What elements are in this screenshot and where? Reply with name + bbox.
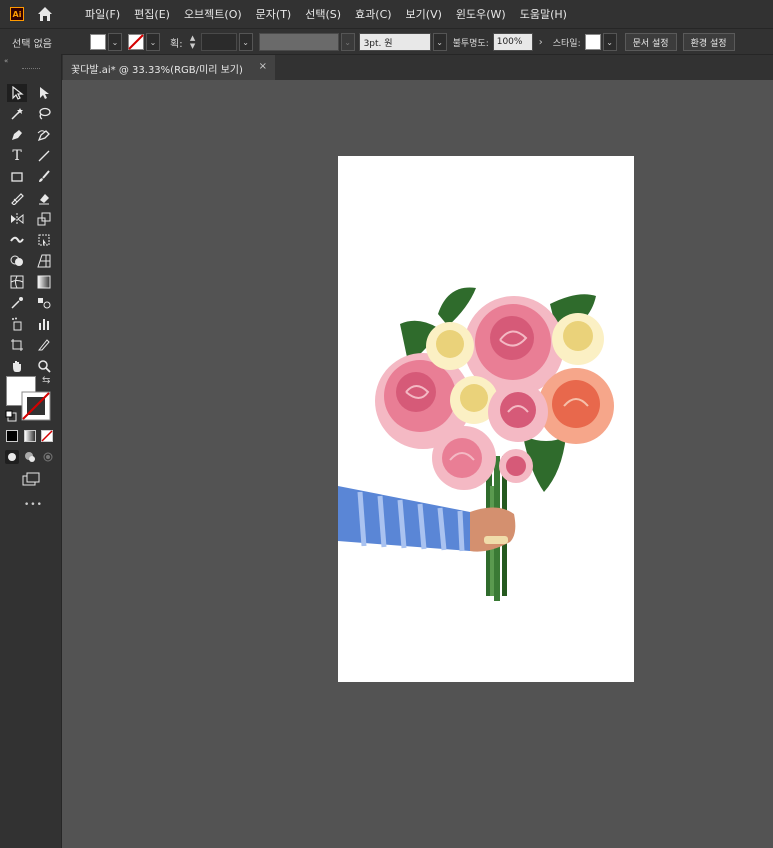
scale-tool-icon[interactable]: [34, 210, 54, 228]
document-setup-button[interactable]: 문서 설정: [624, 33, 677, 51]
symbol-sprayer-tool-icon[interactable]: [7, 315, 27, 333]
menu-file[interactable]: 파일(F): [78, 6, 127, 22]
menu-edit[interactable]: 편집(E): [127, 6, 177, 22]
panel-grip[interactable]: [22, 68, 40, 71]
screen-mode-icon[interactable]: [21, 472, 41, 488]
pen-tool-icon[interactable]: [7, 126, 27, 144]
stroke-none-swatch[interactable]: [128, 34, 144, 50]
collapse-panel-icon[interactable]: «: [4, 57, 8, 65]
stroke-color-box[interactable]: [21, 391, 51, 421]
tools-panel: « T ⇆ •••: [0, 54, 62, 848]
direct-selection-tool-icon[interactable]: [34, 84, 54, 102]
none-mode-icon[interactable]: [41, 430, 53, 442]
document-tab-bar: 꽃다발.ai* @ 33.33%(RGB/미리 보기) ×: [0, 54, 773, 81]
brush-dropdown[interactable]: ⌄: [432, 33, 447, 51]
magic-wand-tool-icon[interactable]: [7, 105, 27, 123]
perspective-grid-tool-icon[interactable]: [34, 252, 54, 270]
control-bar: 선택 없음 ⌄ ⌄ 획: ▲ ▼ ⌄ ⌄ 3pt. 원 ⌄ 불투명도: 100% …: [0, 28, 773, 55]
rectangle-tool-icon[interactable]: [7, 168, 27, 186]
edit-toolbar-icon[interactable]: •••: [24, 500, 43, 510]
draw-normal-icon[interactable]: [5, 450, 19, 464]
selection-status: 선택 없음: [12, 38, 52, 50]
color-mode-icon[interactable]: [6, 430, 18, 442]
main-menu: 파일(F) 편집(E) 오브젝트(O) 문자(T) 선택(S) 효과(C) 보기…: [78, 6, 574, 22]
opacity-label: 불투명도:: [452, 38, 489, 49]
mesh-tool-icon[interactable]: [7, 273, 27, 291]
style-label: 스타일:: [552, 38, 581, 49]
gradient-mode-icon[interactable]: [24, 430, 36, 442]
zoom-tool-icon[interactable]: [34, 357, 54, 375]
draw-behind-icon[interactable]: [23, 450, 37, 464]
preferences-button[interactable]: 환경 설정: [682, 33, 735, 51]
document-tab[interactable]: 꽃다발.ai* @ 33.33%(RGB/미리 보기) ×: [63, 55, 275, 81]
style-swatch[interactable]: [584, 34, 601, 50]
paintbrush-tool-icon[interactable]: [34, 168, 54, 186]
menu-bar: Ai 파일(F) 편집(E) 오브젝트(O) 문자(T) 선택(S) 효과(C)…: [0, 0, 773, 28]
shape-builder-tool-icon[interactable]: [7, 252, 27, 270]
gradient-tool-icon[interactable]: [34, 273, 54, 291]
brush-definition[interactable]: 3pt. 원: [358, 33, 431, 51]
document-tab-title: 꽃다발.ai* @ 33.33%(RGB/미리 보기): [71, 64, 243, 76]
column-graph-tool-icon[interactable]: [34, 315, 54, 333]
stroke-weight-input[interactable]: [200, 33, 237, 51]
stroke-weight-stepper[interactable]: ▲ ▼: [187, 33, 199, 51]
free-transform-tool-icon[interactable]: [34, 231, 54, 249]
artboard[interactable]: [338, 156, 634, 682]
reflect-tool-icon[interactable]: [7, 210, 27, 228]
variable-width-profile[interactable]: [258, 33, 339, 51]
slice-tool-icon[interactable]: [34, 336, 54, 354]
artboard-tool-icon[interactable]: [7, 336, 27, 354]
lasso-tool-icon[interactable]: [34, 105, 54, 123]
opacity-input[interactable]: 100%: [492, 33, 533, 51]
bouquet-artwork: [338, 287, 614, 601]
stroke-label: 획:: [170, 38, 183, 50]
hand-tool-icon[interactable]: [7, 357, 27, 375]
eyedropper-tool-icon[interactable]: [7, 294, 27, 312]
default-fill-stroke-icon[interactable]: [5, 410, 17, 422]
close-tab-icon[interactable]: ×: [259, 61, 267, 72]
swap-fill-stroke-icon[interactable]: ⇆: [42, 375, 50, 386]
style-dropdown[interactable]: ⌄: [602, 33, 617, 51]
type-tool-icon[interactable]: T: [7, 147, 27, 165]
illustrator-logo-icon: Ai: [10, 7, 24, 21]
menu-select[interactable]: 선택(S): [298, 6, 348, 22]
curvature-tool-icon[interactable]: [34, 126, 54, 144]
menu-object[interactable]: 오브젝트(O): [177, 6, 249, 22]
home-icon[interactable]: [36, 5, 54, 23]
blend-tool-icon[interactable]: [34, 294, 54, 312]
menu-help[interactable]: 도움말(H): [513, 6, 574, 22]
width-tool-icon[interactable]: [7, 231, 27, 249]
eraser-tool-icon[interactable]: [34, 189, 54, 207]
selection-tool-icon[interactable]: [7, 84, 27, 102]
fill-swatch[interactable]: [90, 34, 106, 50]
opacity-arrow[interactable]: ›: [535, 37, 547, 48]
menu-window[interactable]: 윈도우(W): [449, 6, 513, 22]
profile-dropdown[interactable]: ⌄: [340, 33, 355, 51]
stroke-dropdown[interactable]: ⌄: [146, 33, 160, 51]
menu-effect[interactable]: 효과(C): [348, 6, 399, 22]
menu-type[interactable]: 문자(T): [249, 6, 299, 22]
shaper-tool-icon[interactable]: [7, 189, 27, 207]
menu-view[interactable]: 보기(V): [399, 6, 449, 22]
line-segment-tool-icon[interactable]: [34, 147, 54, 165]
draw-inside-icon[interactable]: [41, 450, 55, 464]
stroke-weight-dropdown[interactable]: ⌄: [238, 33, 253, 51]
fill-dropdown[interactable]: ⌄: [108, 33, 122, 51]
